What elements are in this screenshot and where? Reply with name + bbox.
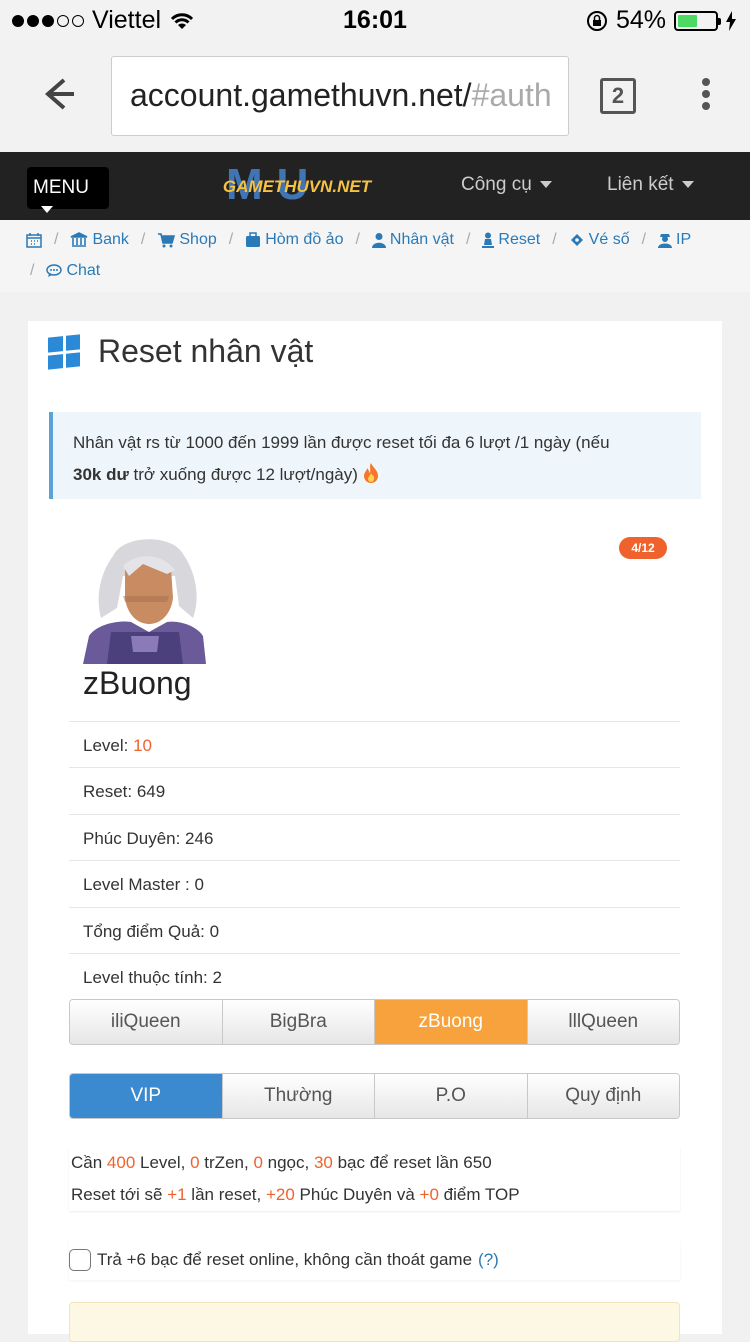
stats-list: Level: 10 Reset: 649 Phúc Duyên: 246 Lev… bbox=[69, 721, 680, 999]
breadcrumb-character-label: Nhân vật bbox=[389, 231, 454, 248]
warning-box bbox=[69, 1302, 680, 1342]
calendar-icon[interactable] bbox=[26, 232, 42, 248]
character-tab-iliqueen[interactable]: iliQueen bbox=[70, 1000, 223, 1044]
browser-toolbar: account.gamethuvn.net/#auth 2 bbox=[0, 40, 750, 152]
rotation-lock-icon bbox=[586, 10, 607, 31]
bank-icon bbox=[71, 232, 88, 247]
briefcase-icon bbox=[246, 232, 261, 247]
notice-rest: trở xuống được 12 lượt/ngày) bbox=[133, 465, 358, 484]
user-icon bbox=[371, 233, 386, 248]
breadcrumb-bank[interactable]: Bank bbox=[70, 231, 129, 249]
logo-text: GAMETHUVN.NET bbox=[222, 177, 372, 196]
links-label: Liên kết bbox=[607, 174, 674, 195]
reset-mode-tabs: VIP Thường P.O Quy định bbox=[69, 1073, 680, 1119]
stat-phuc-duyen: Phúc Duyên: 246 bbox=[69, 813, 680, 860]
more-options-icon[interactable] bbox=[700, 78, 712, 118]
menu-label: MENU bbox=[33, 177, 89, 198]
links-dropdown[interactable]: Liên kết bbox=[607, 174, 694, 196]
stat-level-thuoc-tinh: Level thuộc tính: 2 bbox=[69, 952, 680, 999]
info-notice: Nhân vật rs từ 1000 đến 1999 lần được re… bbox=[49, 412, 701, 499]
breadcrumb-ip-label: IP bbox=[676, 231, 692, 248]
stat-level-value: 10 bbox=[133, 736, 153, 755]
cart-icon bbox=[158, 233, 176, 248]
online-reset-option: Trả +6 bạc để reset online, không cần th… bbox=[69, 1240, 680, 1280]
chat-bubble-icon bbox=[46, 264, 63, 277]
breadcrumb-shop-label: Shop bbox=[179, 231, 217, 248]
breadcrumb-chat-label: Chat bbox=[66, 262, 101, 279]
online-reset-label: Trả +6 bạc để reset online, không cần th… bbox=[97, 1250, 473, 1269]
chevron-down-icon bbox=[41, 206, 53, 214]
breadcrumb-bank-label: Bank bbox=[92, 231, 129, 248]
charging-icon bbox=[726, 10, 736, 31]
reset-panel: Reset nhân vật Nhân vật rs từ 1000 đến 1… bbox=[28, 321, 722, 1342]
stat-level-master: Level Master : 0 bbox=[69, 860, 680, 906]
notice-bold: 30k dư bbox=[73, 465, 129, 484]
stat-level: Level: 10 bbox=[69, 721, 680, 767]
tab-thuong[interactable]: Thường bbox=[222, 1074, 375, 1118]
battery-icon bbox=[674, 10, 721, 31]
stat-level-label: Level: bbox=[83, 736, 134, 755]
character-tab-zbuong[interactable]: zBuong bbox=[375, 1000, 528, 1044]
breadcrumb-lottery[interactable]: Vé số bbox=[569, 231, 630, 249]
menu-button[interactable]: MENU bbox=[27, 167, 109, 214]
notice-text: Nhân vật rs từ 1000 đến 1999 lần được re… bbox=[73, 433, 610, 452]
page-title: Reset nhân vật bbox=[98, 333, 314, 369]
breadcrumb-ip[interactable]: IP bbox=[658, 231, 691, 249]
stat-reset: Reset: 649 bbox=[69, 767, 680, 813]
reset-requirements: Cần 400 Level, 0 trZen, 0 ngọc, 30 bạc đ… bbox=[69, 1147, 680, 1211]
fire-icon bbox=[363, 463, 378, 483]
tab-switcher-button[interactable]: 2 bbox=[600, 78, 636, 114]
windows-icon bbox=[48, 333, 80, 370]
chevron-down-icon bbox=[681, 181, 694, 189]
reset-count-badge: 4/12 bbox=[619, 537, 667, 559]
character-selector: iliQueen BigBra zBuong lllQueen bbox=[69, 999, 680, 1045]
pawn-icon bbox=[482, 232, 495, 248]
requirement-line: Cần 400 Level, 0 trZen, 0 ngọc, 30 bạc đ… bbox=[71, 1153, 492, 1172]
breadcrumb-storage-label: Hòm đồ ảo bbox=[265, 231, 344, 248]
ticket-icon bbox=[570, 234, 583, 246]
online-reset-checkbox[interactable] bbox=[69, 1249, 91, 1271]
back-arrow-icon[interactable] bbox=[34, 72, 78, 116]
url-bar[interactable]: account.gamethuvn.net/#auth bbox=[111, 56, 569, 136]
tools-label: Công cụ bbox=[461, 174, 532, 195]
breadcrumb: / Bank / Shop / Hòm đồ ảo / Nhân vật / R… bbox=[0, 220, 750, 292]
breadcrumb-reset[interactable]: Reset bbox=[482, 231, 540, 249]
character-tab-bigbra[interactable]: BigBra bbox=[222, 1000, 375, 1044]
reward-line: Reset tới sẽ +1 lần reset, +20 Phúc Duyê… bbox=[71, 1185, 520, 1204]
breadcrumb-lottery-label: Vé số bbox=[588, 231, 630, 248]
site-logo[interactable]: MU GAMETHUVN.NET bbox=[216, 163, 378, 207]
status-bar: Viettel 16:01 54% bbox=[0, 0, 750, 40]
battery-percent: 54% bbox=[615, 6, 666, 34]
panel-header: Reset nhân vật bbox=[48, 333, 313, 370]
tab-po[interactable]: P.O bbox=[375, 1074, 528, 1118]
user-secret-icon bbox=[658, 234, 673, 248]
character-tab-lllqueen[interactable]: lllQueen bbox=[527, 1000, 679, 1044]
url-fragment: #auth bbox=[471, 77, 552, 113]
tab-vip[interactable]: VIP bbox=[70, 1074, 223, 1118]
character-avatar bbox=[83, 536, 206, 664]
tools-dropdown[interactable]: Công cụ bbox=[461, 174, 552, 196]
help-link[interactable]: (?) bbox=[478, 1250, 499, 1270]
tab-quy-dinh[interactable]: Quy định bbox=[527, 1074, 679, 1118]
chevron-down-icon bbox=[539, 181, 552, 189]
url-text: account.gamethuvn.net/ bbox=[130, 77, 472, 113]
breadcrumb-character[interactable]: Nhân vật bbox=[371, 231, 454, 249]
character-name: zBuong bbox=[83, 665, 192, 701]
breadcrumb-shop[interactable]: Shop bbox=[157, 231, 217, 249]
breadcrumb-storage[interactable]: Hòm đồ ảo bbox=[245, 231, 343, 249]
site-navbar: MENU MU GAMETHUVN.NET Công cụ Liên kết bbox=[0, 152, 750, 220]
stat-tong-diem: Tổng điểm Quả: 0 bbox=[69, 906, 680, 953]
breadcrumb-reset-label: Reset bbox=[498, 231, 541, 248]
breadcrumb-chat[interactable]: Chat bbox=[46, 262, 100, 280]
